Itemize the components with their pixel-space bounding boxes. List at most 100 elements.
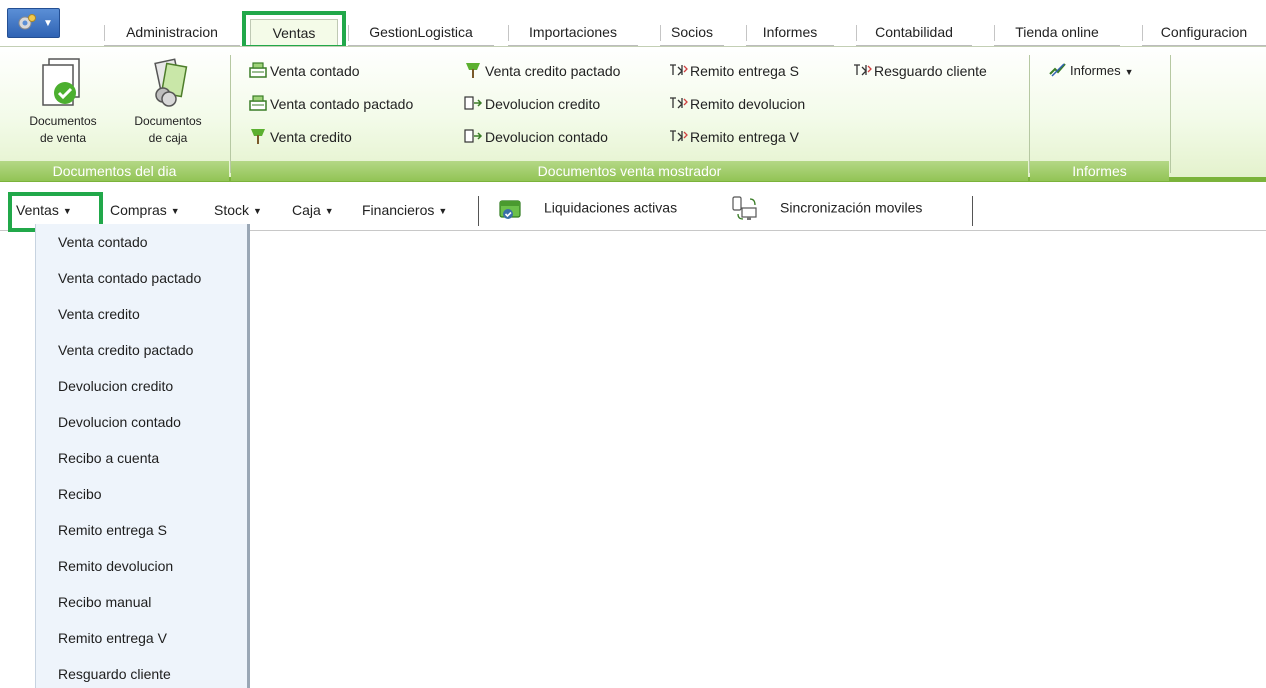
chevron-down-icon: ▼ [253,206,262,216]
menu-compras[interactable]: Compras ▼ [110,201,180,219]
venta-credito-pactado-label: Venta credito pactado [485,63,621,79]
devolucion-credito-button[interactable]: Devolucion credito [463,93,600,115]
menu-caja[interactable]: Caja ▼ [292,201,334,219]
menu-item-resguardo-cliente[interactable]: Resguardo cliente [58,656,171,688]
group-separator [1029,55,1030,173]
tab-label: Tienda online [1015,24,1099,40]
register-icon [248,94,268,112]
chevron-down-icon: ▼ [62,206,72,216]
remito-devolucion-label: Remito devolucion [690,96,806,112]
devolucion-contado-label: Devolucion contado [485,129,608,145]
remito-entrega-v-label: Remito entrega V [690,129,799,145]
menu-item-devolucion-contado[interactable]: Devolucion contado [58,404,181,440]
documentos-caja-label-2: de caja [148,131,188,145]
devolucion-contado-button[interactable]: Devolucion contado [463,126,608,148]
application-menu-button[interactable]: ▼ [7,8,60,38]
tab-label: Importaciones [529,24,617,40]
menu-stock-label: Stock [214,202,250,218]
money-tree-icon [248,127,268,145]
venta-contado-pactado-label: Venta contado pactado [270,96,414,112]
tab-configuracion[interactable]: Configuracion [1142,19,1266,46]
tab-label: GestionLogistica [369,24,473,40]
remito-entrega-s-button[interactable]: Remito entrega S [668,60,799,82]
devolucion-credito-label: Devolucion credito [485,96,601,112]
menu-item-devolucion-credito[interactable]: Devolucion credito [58,368,173,404]
menu-ventas[interactable]: Ventas ▼ [16,201,72,219]
documentos-caja-button[interactable]: Documentos de caja [118,57,218,147]
documentos-venta-label-2: de venta [39,131,87,145]
menu-item-venta-contado-pactado[interactable]: Venta contado pactado [58,260,201,296]
documents-check-icon [42,58,80,106]
tab-administracion[interactable]: Administracion [104,19,240,46]
menu-stock[interactable]: Stock ▼ [214,201,262,219]
delivery-note-icon [668,127,688,145]
menu-item-venta-credito[interactable]: Venta credito [58,296,140,332]
menu-compras-label: Compras [110,202,167,218]
chevron-down-icon: ▼ [43,18,53,29]
group-label-informes: Informes [1030,161,1169,181]
return-doc-icon [463,94,483,112]
sincronizacion-moviles-button[interactable]: Sincronización moviles [730,195,923,220]
register-icon [248,61,268,79]
wallet-check-icon [499,200,521,219]
cash-documents-icon [154,58,188,107]
group-label-venta-mostrador: Documentos venta mostrador [231,161,1028,181]
resguardo-cliente-label: Resguardo cliente [874,63,987,79]
resguardo-cliente-button[interactable]: Resguardo cliente [852,60,987,82]
remito-entrega-s-label: Remito entrega S [690,63,799,79]
menu-ventas-label: Ventas [16,202,59,218]
tab-socios[interactable]: Socios [660,19,724,46]
menu-item-recibo[interactable]: Recibo [58,476,102,512]
menu-financieros-label: Financieros [362,202,435,218]
remito-entrega-v-button[interactable]: Remito entrega V [668,126,799,148]
menu-item-venta-contado[interactable]: Venta contado [58,224,148,260]
delivery-note-icon [668,94,688,112]
tab-label: Ventas [272,25,316,41]
informes-label: Informes [1070,63,1121,78]
sincronizacion-moviles-label: Sincronización moviles [780,199,923,216]
return-doc-icon [463,127,483,145]
menu-financieros[interactable]: Financieros ▼ [362,201,447,219]
tab-contabilidad[interactable]: Contabilidad [856,19,972,46]
delivery-note-icon [852,61,872,79]
venta-contado-pactado-button[interactable]: Venta contado pactado [248,93,413,115]
venta-credito-pactado-button[interactable]: Venta credito pactado [463,60,620,82]
menu-item-recibo-manual[interactable]: Recibo manual [58,584,151,620]
tab-tienda-online[interactable]: Tienda online [994,19,1120,46]
menu-item-remito-entrega-s[interactable]: Remito entrega S [58,512,167,548]
tab-label: Administracion [126,24,218,40]
liquidaciones-activas-button[interactable]: Liquidaciones activas [498,197,678,219]
ventas-dropdown-menu: Venta contado Venta contado pactado Vent… [35,224,250,688]
tab-informes[interactable]: Informes [746,19,834,46]
informes-dropdown-button[interactable]: Informes ▼ [1048,60,1134,82]
group-label-documentos-dia: Documentos del dia [0,161,229,181]
tab-ventas[interactable]: Ventas [250,19,338,47]
tab-label: Contabilidad [875,24,953,40]
gear-icon [18,14,36,30]
menu-caja-label: Caja [292,202,321,218]
group-separator [230,55,231,173]
delivery-note-icon [668,61,688,79]
documentos-venta-button[interactable]: Documentos de venta [14,57,112,147]
chevron-down-icon: ▼ [170,206,180,216]
venta-credito-label: Venta credito [270,129,352,145]
menu-item-remito-entrega-v[interactable]: Remito entrega V [58,620,167,656]
tab-importaciones[interactable]: Importaciones [508,19,638,46]
ribbon-tab-strip: ▼ Administracion Ventas GestionLogistica… [0,0,1266,47]
chevron-down-icon: ▼ [324,206,334,216]
documentos-venta-label-1: Documentos [29,114,97,128]
ribbon-panel: Documentos de venta Documentos de caja D… [0,46,1266,182]
venta-contado-label: Venta contado [270,63,360,79]
venta-contado-button[interactable]: Venta contado [248,60,360,82]
tab-gestionlogistica[interactable]: GestionLogistica [348,19,494,46]
chevron-down-icon: ▼ [438,206,448,216]
sync-devices-icon [732,196,757,220]
venta-credito-button[interactable]: Venta credito [248,126,352,148]
menu-item-recibo-a-cuenta[interactable]: Recibo a cuenta [58,440,159,476]
menu-item-remito-devolucion[interactable]: Remito devolucion [58,548,173,584]
remito-devolucion-button[interactable]: Remito devolucion [668,93,805,115]
chevron-down-icon: ▼ [1124,67,1134,77]
menu-item-venta-credito-pactado[interactable]: Venta credito pactado [58,332,193,368]
liquidaciones-activas-label: Liquidaciones activas [544,199,678,216]
chart-pen-icon [1048,60,1068,78]
